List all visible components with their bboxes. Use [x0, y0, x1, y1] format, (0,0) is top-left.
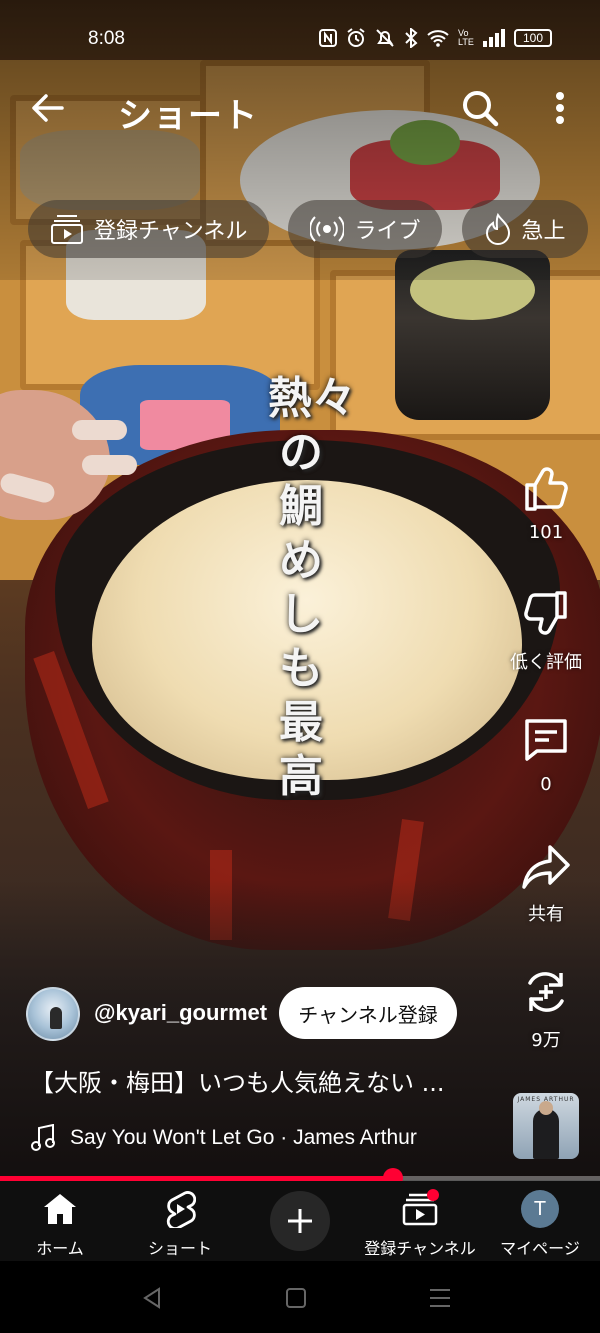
- back-button[interactable]: [26, 86, 70, 130]
- nail: [82, 455, 137, 475]
- chip-label: ライブ: [354, 219, 421, 244]
- dislike-button[interactable]: 低く評価: [500, 584, 592, 674]
- arrow-left-icon: [32, 94, 64, 122]
- status-bar: 8:08 Vo LTE 100: [0, 24, 600, 58]
- nail: [72, 420, 127, 440]
- search-button[interactable]: [458, 86, 502, 130]
- share-button[interactable]: 共有: [500, 836, 592, 926]
- music-thumbnail[interactable]: JAMES ARTHUR: [513, 1093, 579, 1159]
- comment-button[interactable]: 0: [500, 710, 592, 795]
- nav-home[interactable]: ホーム: [0, 1189, 120, 1259]
- status-time: 8:08: [88, 28, 125, 49]
- like-count: 101: [528, 522, 564, 543]
- share-icon: [522, 845, 570, 889]
- create-plus-icon: [288, 1209, 312, 1233]
- filter-chips: 登録チャンネル ライブ 急上: [28, 200, 600, 260]
- battery-icon: 100: [514, 29, 552, 47]
- bluetooth-icon: [405, 28, 418, 48]
- menu-lines-icon: [430, 1289, 450, 1307]
- status-icons: Vo LTE 100: [319, 28, 552, 48]
- triangle-back-icon: [143, 1287, 160, 1309]
- nav-label: マイページ: [500, 1239, 580, 1258]
- more-options-button[interactable]: [540, 86, 580, 130]
- nav-shorts[interactable]: ショート: [120, 1189, 240, 1259]
- video-title[interactable]: 【大阪・梅田】いつも人気絶えない ...: [30, 1063, 490, 1098]
- share-label: 共有: [528, 904, 564, 925]
- overlay-caption: 熱々の鯛めしも最高: [268, 373, 356, 802]
- nav-my-page[interactable]: T マイページ: [480, 1189, 600, 1259]
- subscribe-button[interactable]: チャンネル登録: [279, 987, 457, 1039]
- system-menu-button[interactable]: [420, 1283, 460, 1313]
- comment-count: 0: [540, 774, 552, 795]
- music-track: Say You Won't Let Go · James Arthur: [70, 1126, 417, 1149]
- wifi-icon: [427, 30, 449, 47]
- chip-trending[interactable]: 急上: [461, 200, 588, 258]
- music-row[interactable]: Say You Won't Let Go · James Arthur: [30, 1124, 417, 1152]
- chip-subscriptions[interactable]: 登録チャンネル: [28, 200, 270, 258]
- trending-icon: [485, 213, 510, 245]
- nfc-icon: [319, 29, 337, 47]
- volte-icon: Vo LTE: [458, 28, 474, 47]
- live-icon: [310, 216, 345, 242]
- create-button[interactable]: [270, 1191, 330, 1251]
- music-note-icon: [31, 1124, 55, 1151]
- home-icon: [44, 1194, 76, 1224]
- notification-dot: [427, 1189, 439, 1201]
- nav-label: ショート: [147, 1239, 212, 1258]
- signal-icon: [483, 29, 505, 47]
- bottom-nav: ホーム ショート 登録チャンネル T マイページ: [0, 1181, 600, 1261]
- system-nav-bar: [0, 1261, 600, 1333]
- dislike-label: 低く評価: [510, 652, 582, 673]
- avatar-icon: T: [521, 1190, 559, 1228]
- thumb-down-icon: [524, 591, 567, 635]
- subscriptions-icon: [51, 215, 83, 244]
- square-home-icon: [286, 1288, 306, 1308]
- chip-label: 急上: [521, 219, 566, 244]
- more-vert-icon: [556, 92, 564, 124]
- app-bar: ショート: [0, 80, 600, 136]
- shorts-icon: [166, 1191, 196, 1228]
- comment-icon: [525, 719, 567, 761]
- mute-icon: [376, 29, 394, 47]
- remix-icon: [528, 972, 564, 1012]
- page-title: ショート: [118, 96, 258, 136]
- nav-label: ホーム: [36, 1239, 84, 1258]
- nav-label: 登録チャンネル: [364, 1239, 476, 1258]
- system-back-button[interactable]: [132, 1283, 172, 1313]
- channel-avatar[interactable]: [26, 987, 80, 1041]
- search-icon: [463, 91, 499, 127]
- chip-label: 登録チャンネル: [94, 219, 248, 244]
- system-home-button[interactable]: [276, 1283, 316, 1313]
- nav-subscriptions[interactable]: 登録チャンネル: [360, 1189, 480, 1259]
- alarm-icon: [347, 28, 365, 47]
- thumb-up-icon: [525, 467, 568, 511]
- chip-live[interactable]: ライブ: [288, 200, 443, 258]
- like-button[interactable]: 101: [500, 458, 592, 543]
- remix-button[interactable]: 9万: [500, 962, 592, 1052]
- remix-count: 9万: [531, 1030, 561, 1051]
- channel-handle[interactable]: @kyari_gourmet: [94, 1000, 267, 1026]
